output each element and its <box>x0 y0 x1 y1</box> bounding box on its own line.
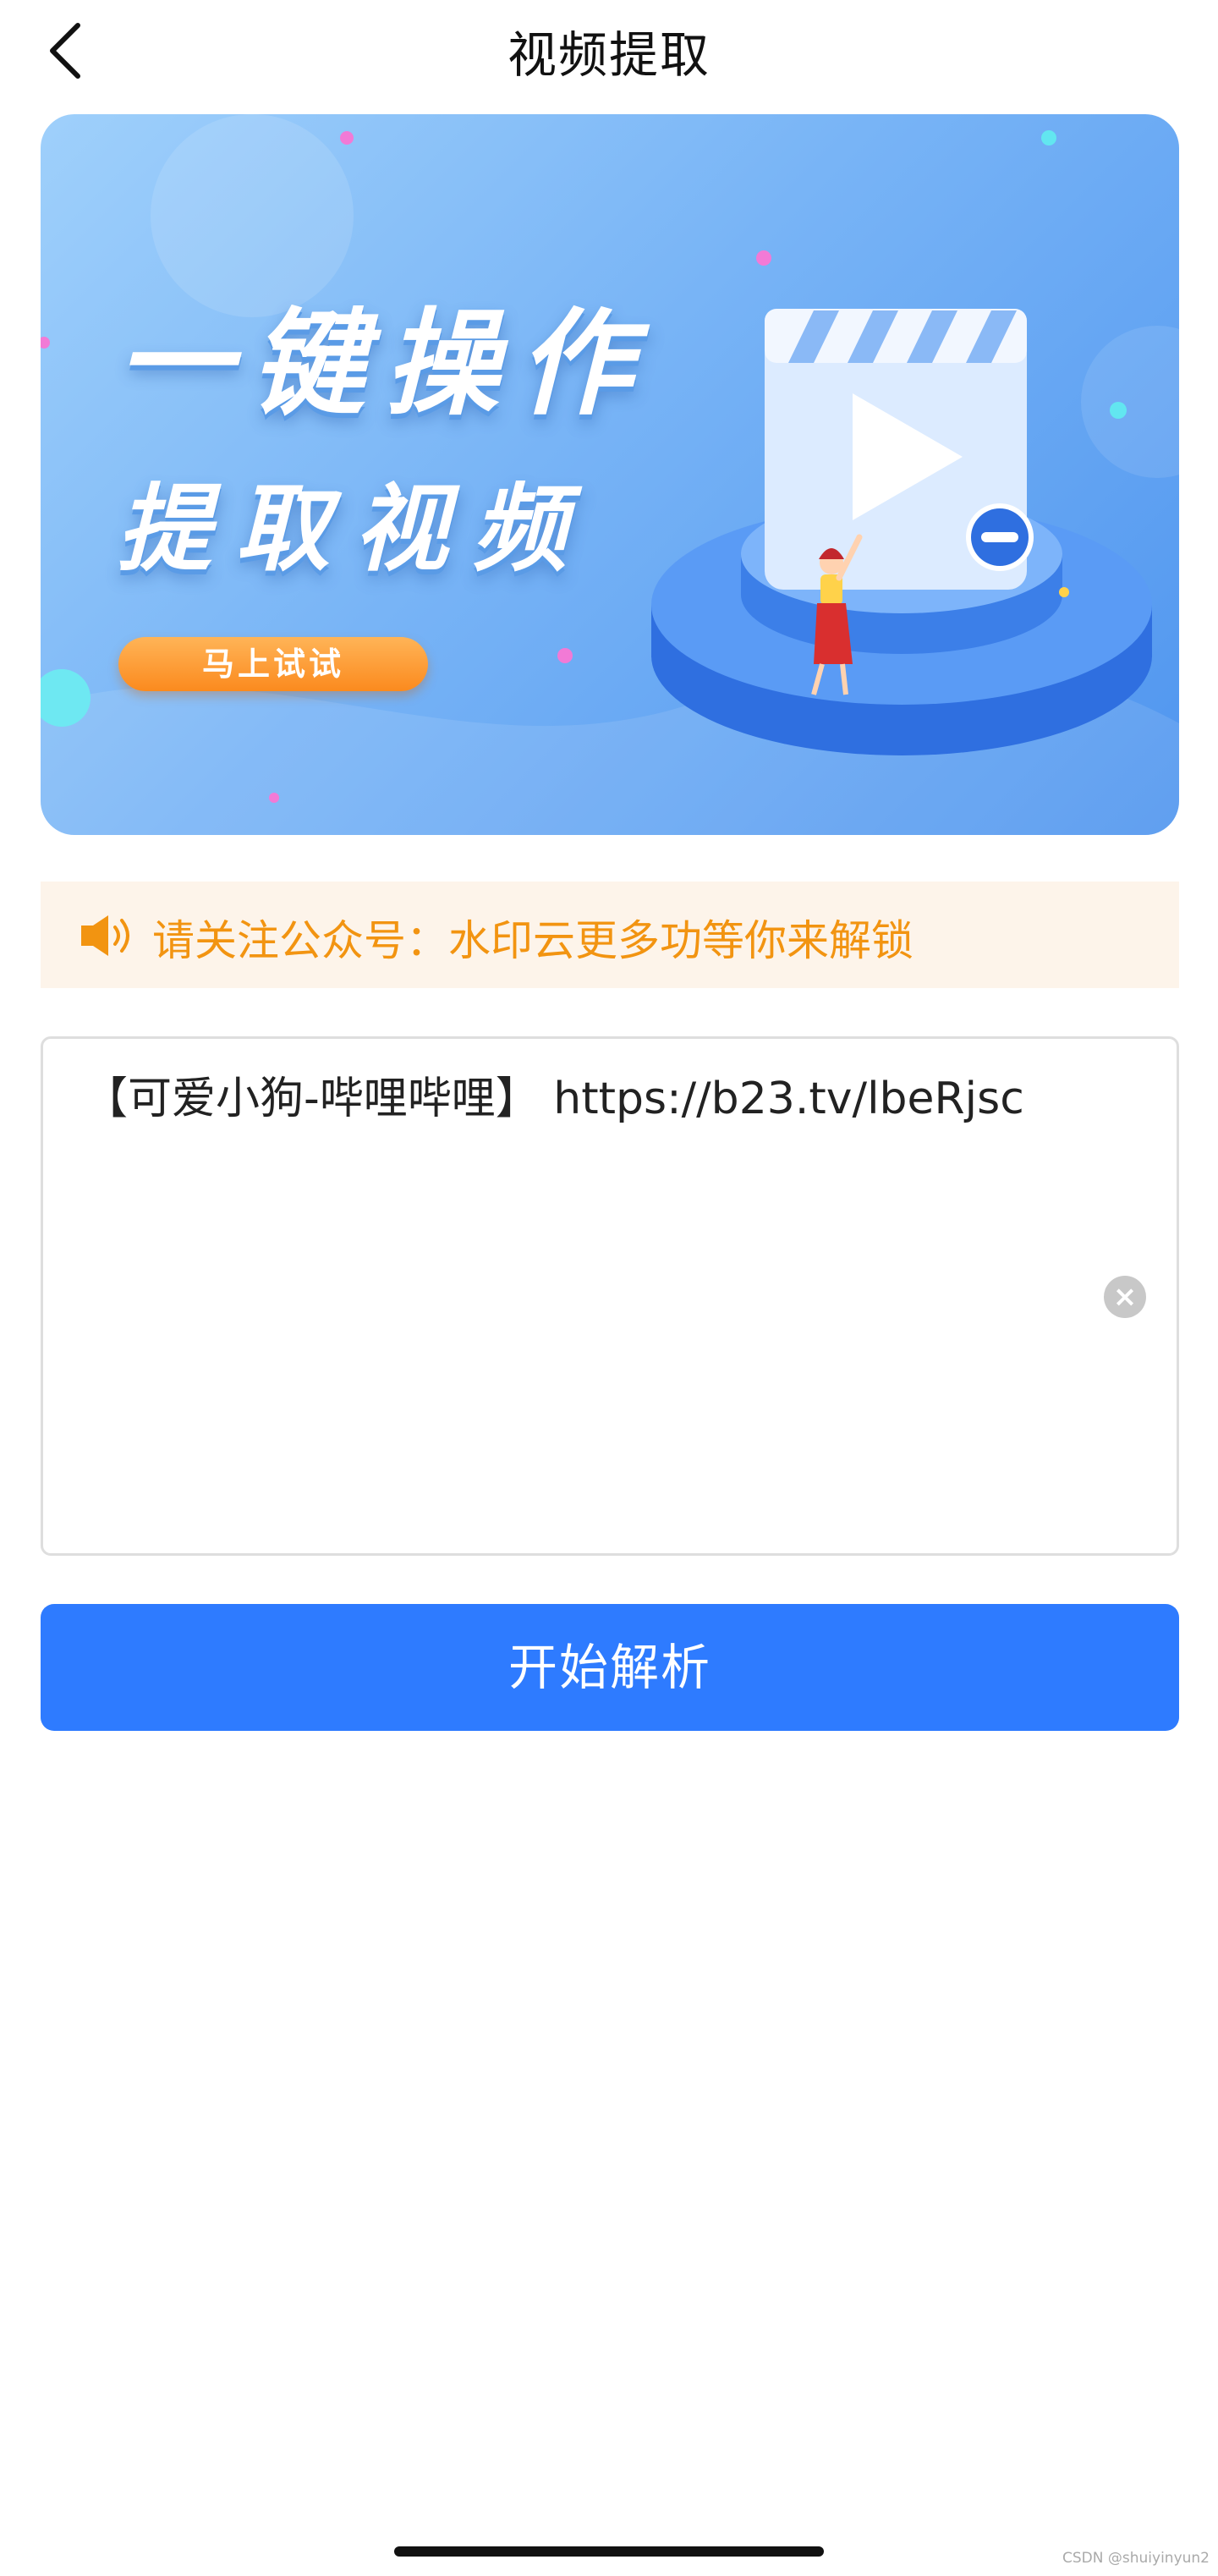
start-parse-button[interactable]: 开始解析 <box>41 1604 1179 1731</box>
promo-banner[interactable]: 一键操作 提取视频 马上试试 <box>41 114 1179 835</box>
nav-bar: 视频提取 <box>0 0 1218 102</box>
speaker-icon <box>81 915 129 956</box>
notice-bar: 请关注公众号：水印云更多功等你来解锁 <box>41 882 1179 988</box>
clear-button[interactable]: × <box>1104 1276 1146 1318</box>
banner-subheadline: 提取视频 <box>117 475 590 585</box>
notice-text: 请关注公众号：水印云更多功等你来解锁 <box>152 916 914 965</box>
clear-icon: × <box>1112 1280 1138 1314</box>
watermark: CSDN @shuiyinyun2 <box>1062 2550 1210 2567</box>
link-input-value: 【可爱小狗-哔哩哔哩】 https://b23.tv/lbeRjsc <box>84 1074 1024 1124</box>
banner-headline: 一键操作 <box>117 298 651 431</box>
home-indicator <box>394 2546 824 2557</box>
video-extract-page: 视频提取 一键操作 提取视频 马上试试 请关注公众号：水印云更多功等你来解锁 【… <box>0 0 1218 2576</box>
try-now-button[interactable]: 马上试试 <box>118 637 428 691</box>
link-input[interactable]: 【可爱小狗-哔哩哔哩】 https://b23.tv/lbeRjsc × <box>41 1036 1179 1556</box>
page-title: 视频提取 <box>507 26 710 84</box>
